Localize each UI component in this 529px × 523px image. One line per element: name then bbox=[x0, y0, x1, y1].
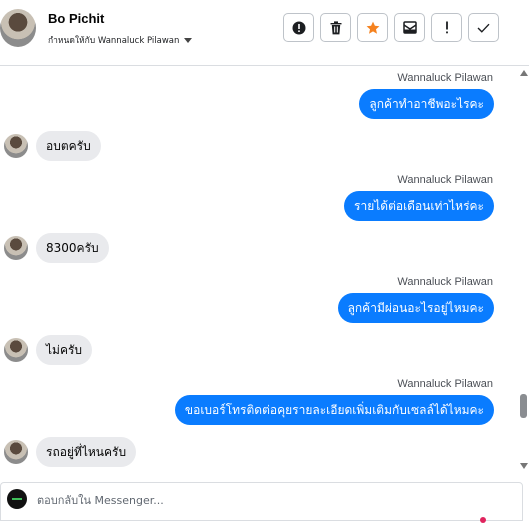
contact-avatar[interactable] bbox=[4, 338, 28, 362]
reply-composer bbox=[0, 482, 523, 523]
scroll-down-arrow-icon[interactable] bbox=[520, 463, 528, 469]
contact-avatar[interactable] bbox=[0, 9, 36, 47]
contact-avatar[interactable] bbox=[4, 236, 28, 260]
contact-name[interactable]: Bo Pichit bbox=[48, 11, 104, 26]
assignee-label: กำหนดให้กับ Wannaluck Pilawan bbox=[48, 36, 180, 46]
sender-name: Wannaluck Pilawan bbox=[397, 378, 493, 390]
incoming-message[interactable]: ไม่ครับ bbox=[36, 335, 93, 365]
trash-icon bbox=[330, 20, 341, 34]
sender-name: Wannaluck Pilawan bbox=[397, 174, 493, 186]
alert-circle-icon bbox=[292, 21, 305, 34]
contact-avatar[interactable] bbox=[4, 440, 28, 464]
incoming-message-row: รถอยู่ที่ไหนครับ bbox=[4, 437, 137, 467]
mark-unread-button[interactable] bbox=[431, 13, 462, 42]
incoming-message[interactable]: อบตครับ bbox=[36, 131, 101, 161]
outgoing-message[interactable]: ลูกค้าทำอาชีพอะไรคะ bbox=[359, 89, 494, 119]
sender-name: Wannaluck Pilawan bbox=[397, 276, 493, 288]
message-thread[interactable]: Wannaluck Pilawan ลูกค้าทำอาชีพอะไรคะ อบ… bbox=[0, 67, 517, 472]
assignee-dropdown[interactable]: กำหนดให้กับ Wannaluck Pilawan bbox=[48, 33, 193, 47]
incoming-message-row: 8300ครับ bbox=[4, 233, 109, 263]
outgoing-message[interactable]: ขอเบอร์โทรติดต่อคุยรายละเอียดเพิ่มเติมกั… bbox=[174, 395, 494, 425]
scroll-up-arrow-icon[interactable] bbox=[520, 70, 528, 76]
notification-dot bbox=[480, 517, 486, 523]
checkmark-icon bbox=[477, 23, 490, 33]
incoming-message[interactable]: 8300ครับ bbox=[36, 233, 109, 263]
star-button[interactable] bbox=[357, 13, 388, 42]
incoming-message-row: ไม่ครับ bbox=[4, 335, 93, 365]
star-icon bbox=[366, 21, 379, 34]
reply-input[interactable] bbox=[37, 491, 507, 509]
scrollbar-thumb[interactable] bbox=[520, 394, 527, 418]
archive-button[interactable] bbox=[394, 13, 425, 42]
thread-scrollbar[interactable] bbox=[517, 67, 529, 472]
page-avatar bbox=[7, 489, 27, 509]
caret-down-icon bbox=[184, 37, 193, 43]
outgoing-message[interactable]: รายได้ต่อเดือนเท่าไหร่คะ bbox=[344, 191, 494, 221]
mail-archive-icon bbox=[402, 21, 417, 34]
sender-name: Wannaluck Pilawan bbox=[397, 72, 493, 84]
incoming-message[interactable]: รถอยู่ที่ไหนครับ bbox=[36, 437, 137, 467]
incoming-message-row: อบตครับ bbox=[4, 131, 101, 161]
exclamation-icon bbox=[445, 21, 448, 34]
header-actions bbox=[283, 13, 499, 42]
mark-spam-button[interactable] bbox=[283, 13, 314, 42]
mark-done-button[interactable] bbox=[468, 13, 499, 42]
contact-avatar[interactable] bbox=[4, 134, 28, 158]
conversation-header: Bo Pichit กำหนดให้กับ Wannaluck Pilawan bbox=[0, 0, 529, 66]
outgoing-message[interactable]: ลูกค้ามีผ่อนอะไรอยู่ไหมคะ bbox=[337, 293, 494, 323]
delete-button[interactable] bbox=[320, 13, 351, 42]
